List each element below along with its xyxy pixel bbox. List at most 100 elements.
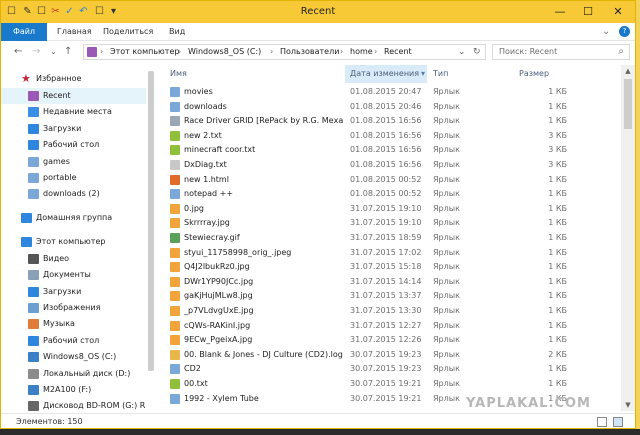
file-list-scrollbar[interactable]: ▲ ▼ — [621, 65, 635, 411]
navigation-scrollbar-thumb[interactable] — [148, 71, 154, 371]
scroll-down-icon[interactable]: ▼ — [621, 399, 635, 411]
tab-file[interactable]: Файл — [1, 23, 47, 41]
close-button[interactable]: ✕ — [605, 1, 631, 23]
maximize-button[interactable]: ☐ — [575, 1, 601, 23]
nav-item-7[interactable]: downloads (2) — [1, 186, 146, 202]
search-placeholder: Поиск: Recent — [499, 47, 558, 56]
breadcrumb-this-pc[interactable]: Этот компьютер — [110, 45, 179, 59]
file-date: 01.08.2015 16:56 — [350, 130, 422, 140]
search-input[interactable]: Поиск: Recent ⌕ — [492, 44, 630, 60]
nav-item-4[interactable]: Рабочий стол — [1, 137, 146, 153]
breadcrumb-users[interactable]: Пользователи — [280, 45, 339, 59]
minimize-button[interactable]: — — [547, 1, 573, 23]
nav-item-17[interactable]: Рабочий стол — [1, 333, 146, 349]
help-icon[interactable]: ? — [619, 26, 630, 37]
file-date: 31.07.2015 18:59 — [350, 233, 422, 242]
file-type: Ярлык — [433, 101, 460, 111]
nav-item-5[interactable]: games — [1, 154, 146, 170]
nav-item-6[interactable]: portable — [1, 170, 146, 186]
app-icon[interactable]: ☐ — [5, 5, 18, 19]
file-row[interactable]: Q4J2lbukRz0.jpg 31.07.2015 15:18 Ярлык 1 КБ — [159, 260, 619, 274]
nav-group-9[interactable]: Домашняя группа — [1, 210, 146, 226]
file-row[interactable]: DxDiag.txt 01.08.2015 16:56 Ярлык 3 КБ — [159, 158, 619, 172]
file-row[interactable]: notepad ++ 01.08.2015 00:52 Ярлык 1 КБ — [159, 187, 619, 201]
file-row[interactable]: DWr1YP90JCc.jpg 31.07.2015 14:14 Ярлык 1 КБ — [159, 275, 619, 289]
file-date: 31.07.2015 17:02 — [350, 247, 422, 257]
file-row[interactable]: 00.txt 30.07.2015 19:21 Ярлык 1 КБ — [159, 377, 619, 391]
details-view-icon[interactable] — [597, 417, 607, 427]
column-date[interactable]: Дата изменения — [345, 65, 427, 83]
file-name: cQWs-RAKinI.jpg — [184, 320, 251, 330]
file-date: 31.07.2015 19:10 — [350, 203, 422, 213]
file-row[interactable]: styui_11758998_orig_.jpeg 31.07.2015 17:0… — [159, 246, 619, 260]
file-row[interactable]: Race Driver GRID [RePack by R.G. Механ..… — [159, 114, 619, 128]
column-name[interactable]: Имя — [170, 65, 187, 83]
back-button[interactable]: ← — [14, 45, 22, 59]
image-icon — [170, 291, 180, 302]
up-button[interactable]: ↑ — [64, 45, 72, 59]
tab-home[interactable]: Главная — [57, 23, 92, 41]
properties-icon[interactable]: ✎ — [21, 5, 34, 19]
expand-ribbon-icon[interactable]: ⌄ — [602, 23, 610, 41]
file-size: 1 КБ — [548, 335, 567, 345]
new-folder-icon[interactable]: ☐ — [35, 5, 48, 19]
large-icons-view-icon[interactable] — [613, 417, 623, 427]
check-icon[interactable]: ✓ — [63, 5, 76, 19]
nav-item-3[interactable]: Загрузки — [1, 121, 146, 137]
file-type: Ярлык — [433, 247, 460, 257]
undo-icon[interactable]: ↶ — [77, 5, 90, 19]
file-row[interactable]: movies 01.08.2015 20:47 Ярлык 1 КБ — [159, 85, 619, 99]
nav-group-0[interactable]: ★ Избранное — [1, 71, 146, 87]
file-row[interactable]: Skrrrray.jpg 31.07.2015 19:10 Ярлык 1 КБ — [159, 216, 619, 230]
file-row[interactable]: CD2 30.07.2015 19:23 Ярлык 1 КБ — [159, 362, 619, 376]
nav-item-12[interactable]: Видео — [1, 251, 146, 267]
nav-item-21[interactable]: Дисковод BD-ROM (G:) RD — [1, 398, 146, 414]
cut-icon[interactable]: ✂ — [49, 5, 62, 19]
nav-item-14[interactable]: Загрузки — [1, 284, 146, 300]
file-row[interactable]: new 2.txt 01.08.2015 16:56 Ярлык 3 КБ — [159, 129, 619, 143]
file-row[interactable]: gaKjHujMLw8.jpg 31.07.2015 13:37 Ярлык 1 КБ — [159, 289, 619, 303]
nav-group-11[interactable]: Этот компьютер — [1, 234, 146, 250]
forward-button[interactable]: → — [32, 45, 40, 59]
tab-share[interactable]: Поделиться — [103, 23, 153, 41]
title-bar[interactable]: Recent ☐ ✎ ☐ ✂ ✓ ↶ ☐ ▾ — ☐ ✕ — [1, 1, 635, 23]
nav-item-1[interactable]: Recent — [1, 88, 146, 104]
nav-item-19[interactable]: Локальный диск (D:) — [1, 366, 146, 382]
file-type: Ярлык — [433, 335, 460, 345]
address-dropdown-icon[interactable]: ⌄ — [458, 45, 466, 59]
nav-item-15[interactable]: Изображения — [1, 300, 146, 316]
navigation-scrollbar[interactable] — [146, 65, 156, 411]
address-bar[interactable]: › Этот компьютер › Windows8_OS (C:) › По… — [83, 44, 486, 60]
scroll-up-icon[interactable]: ▲ — [621, 65, 635, 77]
layout-icon[interactable]: ☐ — [93, 5, 106, 19]
file-name: _p7VLdvgUxE.jpg — [184, 306, 254, 315]
nav-item-13[interactable]: Документы — [1, 267, 146, 283]
column-type[interactable]: Тип — [433, 65, 448, 83]
file-row[interactable]: Stewiecray.gif 31.07.2015 18:59 Ярлык 1 КБ — [159, 231, 619, 245]
breadcrumb-drive[interactable]: Windows8_OS (C:) — [188, 45, 261, 59]
scrollbar-thumb[interactable] — [624, 79, 632, 129]
file-row[interactable]: 9ECw_PgeixA.jpg 31.07.2015 12:26 Ярлык 1 КБ — [159, 333, 619, 347]
file-row[interactable]: downloads 01.08.2015 20:46 Ярлык 1 КБ — [159, 100, 619, 114]
file-row[interactable]: cQWs-RAKinI.jpg 31.07.2015 12:27 Ярлык 1 КБ — [159, 319, 619, 333]
breadcrumb-home[interactable]: home — [350, 45, 373, 59]
nav-item-20[interactable]: M2A100 (F:) — [1, 382, 146, 398]
folder-shortcut-icon — [170, 364, 180, 375]
nav-item-2[interactable]: Недавние места — [1, 104, 146, 120]
file-row[interactable]: new 1.html 01.08.2015 00:52 Ярлык 1 КБ — [159, 173, 619, 187]
file-row[interactable]: minecraft coor.txt 01.08.2015 16:56 Ярлык 3… — [159, 143, 619, 157]
tab-view[interactable]: Вид — [169, 23, 185, 41]
file-row[interactable]: 00. Blank & Jones - DJ Culture (CD2).log… — [159, 348, 619, 362]
breadcrumb-recent[interactable]: Recent — [384, 45, 412, 59]
file-row[interactable]: 0.jpg 31.07.2015 19:10 Ярлык 1 КБ — [159, 202, 619, 216]
customize-quick-access-icon[interactable]: ▾ — [107, 5, 120, 19]
breadcrumb-separator: › — [270, 47, 274, 56]
refresh-icon[interactable]: ↻ — [473, 45, 481, 59]
column-size[interactable]: Размер — [519, 65, 549, 83]
search-icon[interactable]: ⌕ — [618, 45, 624, 59]
file-row[interactable]: _p7VLdvgUxE.jpg 31.07.2015 13:30 Ярлык 1 КБ — [159, 304, 619, 318]
nav-item-16[interactable]: Музыка — [1, 316, 146, 332]
nav-item-18[interactable]: Windows8_OS (C:) — [1, 349, 146, 365]
status-bar: Элементов: 150 — [1, 413, 635, 428]
recent-locations-icon[interactable]: ⌄ — [50, 45, 57, 59]
